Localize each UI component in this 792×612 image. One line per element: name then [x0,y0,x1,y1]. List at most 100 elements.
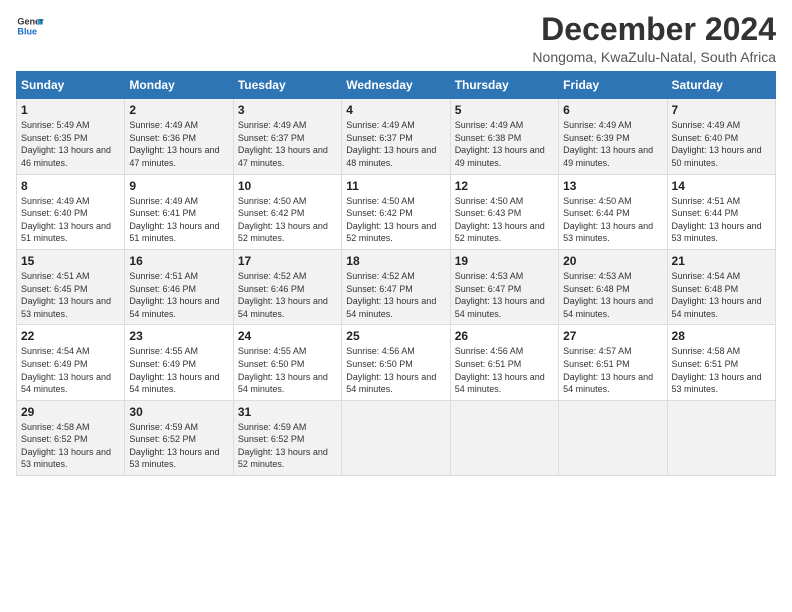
calendar-week-3: 15 Sunrise: 4:51 AM Sunset: 6:45 PM Dayl… [17,249,776,324]
day-number: 18 [346,254,445,268]
day-number: 8 [21,179,120,193]
calendar-cell: 4 Sunrise: 4:49 AM Sunset: 6:37 PM Dayli… [342,99,450,174]
day-number: 25 [346,329,445,343]
calendar-cell [450,400,558,475]
day-info: Sunrise: 4:54 AM Sunset: 6:48 PM Dayligh… [672,270,771,320]
day-number: 13 [563,179,662,193]
day-info: Sunrise: 4:51 AM Sunset: 6:44 PM Dayligh… [672,195,771,245]
calendar-body: 1 Sunrise: 5:49 AM Sunset: 6:35 PM Dayli… [17,99,776,476]
day-number: 27 [563,329,662,343]
calendar-cell [667,400,775,475]
svg-text:Blue: Blue [17,26,37,36]
day-info: Sunrise: 4:49 AM Sunset: 6:38 PM Dayligh… [455,119,554,169]
day-info: Sunrise: 4:51 AM Sunset: 6:46 PM Dayligh… [129,270,228,320]
calendar-cell: 9 Sunrise: 4:49 AM Sunset: 6:41 PM Dayli… [125,174,233,249]
day-info: Sunrise: 4:56 AM Sunset: 6:50 PM Dayligh… [346,345,445,395]
calendar-cell: 28 Sunrise: 4:58 AM Sunset: 6:51 PM Dayl… [667,325,775,400]
calendar-cell: 5 Sunrise: 4:49 AM Sunset: 6:38 PM Dayli… [450,99,558,174]
calendar-cell: 7 Sunrise: 4:49 AM Sunset: 6:40 PM Dayli… [667,99,775,174]
calendar-header: Sunday Monday Tuesday Wednesday Thursday… [17,72,776,99]
day-number: 30 [129,405,228,419]
day-info: Sunrise: 4:59 AM Sunset: 6:52 PM Dayligh… [129,421,228,471]
calendar-cell: 18 Sunrise: 4:52 AM Sunset: 6:47 PM Dayl… [342,249,450,324]
header-wednesday: Wednesday [342,72,450,99]
day-number: 6 [563,103,662,117]
day-info: Sunrise: 4:59 AM Sunset: 6:52 PM Dayligh… [238,421,337,471]
calendar-cell: 20 Sunrise: 4:53 AM Sunset: 6:48 PM Dayl… [559,249,667,324]
logo: General Blue [16,12,44,40]
logo-icon: General Blue [16,12,44,40]
page-container: General Blue December 2024 Nongoma, KwaZ… [0,0,792,484]
calendar-cell [559,400,667,475]
calendar-cell: 14 Sunrise: 4:51 AM Sunset: 6:44 PM Dayl… [667,174,775,249]
calendar-cell: 26 Sunrise: 4:56 AM Sunset: 6:51 PM Dayl… [450,325,558,400]
header-tuesday: Tuesday [233,72,341,99]
calendar-cell: 2 Sunrise: 4:49 AM Sunset: 6:36 PM Dayli… [125,99,233,174]
calendar-cell: 11 Sunrise: 4:50 AM Sunset: 6:42 PM Dayl… [342,174,450,249]
calendar-cell: 12 Sunrise: 4:50 AM Sunset: 6:43 PM Dayl… [450,174,558,249]
calendar-cell: 24 Sunrise: 4:55 AM Sunset: 6:50 PM Dayl… [233,325,341,400]
calendar-table: Sunday Monday Tuesday Wednesday Thursday… [16,71,776,476]
day-number: 15 [21,254,120,268]
calendar-cell: 6 Sunrise: 4:49 AM Sunset: 6:39 PM Dayli… [559,99,667,174]
day-number: 7 [672,103,771,117]
day-number: 1 [21,103,120,117]
header-thursday: Thursday [450,72,558,99]
calendar-cell [342,400,450,475]
calendar-cell: 27 Sunrise: 4:57 AM Sunset: 6:51 PM Dayl… [559,325,667,400]
header-friday: Friday [559,72,667,99]
day-number: 3 [238,103,337,117]
header: General Blue December 2024 Nongoma, KwaZ… [16,12,776,65]
day-number: 14 [672,179,771,193]
day-info: Sunrise: 4:54 AM Sunset: 6:49 PM Dayligh… [21,345,120,395]
day-info: Sunrise: 4:49 AM Sunset: 6:37 PM Dayligh… [346,119,445,169]
day-number: 29 [21,405,120,419]
header-sunday: Sunday [17,72,125,99]
calendar-week-5: 29 Sunrise: 4:58 AM Sunset: 6:52 PM Dayl… [17,400,776,475]
calendar-cell: 13 Sunrise: 4:50 AM Sunset: 6:44 PM Dayl… [559,174,667,249]
calendar-cell: 17 Sunrise: 4:52 AM Sunset: 6:46 PM Dayl… [233,249,341,324]
day-info: Sunrise: 4:52 AM Sunset: 6:46 PM Dayligh… [238,270,337,320]
day-info: Sunrise: 4:49 AM Sunset: 6:40 PM Dayligh… [672,119,771,169]
day-info: Sunrise: 4:52 AM Sunset: 6:47 PM Dayligh… [346,270,445,320]
day-info: Sunrise: 4:55 AM Sunset: 6:49 PM Dayligh… [129,345,228,395]
calendar-cell: 22 Sunrise: 4:54 AM Sunset: 6:49 PM Dayl… [17,325,125,400]
day-info: Sunrise: 4:58 AM Sunset: 6:51 PM Dayligh… [672,345,771,395]
day-number: 23 [129,329,228,343]
day-number: 9 [129,179,228,193]
calendar-cell: 23 Sunrise: 4:55 AM Sunset: 6:49 PM Dayl… [125,325,233,400]
day-number: 10 [238,179,337,193]
day-number: 4 [346,103,445,117]
day-info: Sunrise: 4:49 AM Sunset: 6:39 PM Dayligh… [563,119,662,169]
calendar-week-4: 22 Sunrise: 4:54 AM Sunset: 6:49 PM Dayl… [17,325,776,400]
main-title: December 2024 [532,12,776,47]
subtitle: Nongoma, KwaZulu-Natal, South Africa [532,49,776,65]
day-info: Sunrise: 4:50 AM Sunset: 6:42 PM Dayligh… [238,195,337,245]
calendar-week-1: 1 Sunrise: 5:49 AM Sunset: 6:35 PM Dayli… [17,99,776,174]
day-number: 19 [455,254,554,268]
calendar-cell: 31 Sunrise: 4:59 AM Sunset: 6:52 PM Dayl… [233,400,341,475]
header-monday: Monday [125,72,233,99]
day-info: Sunrise: 4:53 AM Sunset: 6:47 PM Dayligh… [455,270,554,320]
day-info: Sunrise: 4:51 AM Sunset: 6:45 PM Dayligh… [21,270,120,320]
day-number: 12 [455,179,554,193]
day-number: 17 [238,254,337,268]
day-info: Sunrise: 4:53 AM Sunset: 6:48 PM Dayligh… [563,270,662,320]
day-number: 22 [21,329,120,343]
day-number: 11 [346,179,445,193]
day-info: Sunrise: 5:49 AM Sunset: 6:35 PM Dayligh… [21,119,120,169]
calendar-cell: 29 Sunrise: 4:58 AM Sunset: 6:52 PM Dayl… [17,400,125,475]
calendar-cell: 21 Sunrise: 4:54 AM Sunset: 6:48 PM Dayl… [667,249,775,324]
calendar-cell: 3 Sunrise: 4:49 AM Sunset: 6:37 PM Dayli… [233,99,341,174]
calendar-cell: 10 Sunrise: 4:50 AM Sunset: 6:42 PM Dayl… [233,174,341,249]
day-info: Sunrise: 4:49 AM Sunset: 6:37 PM Dayligh… [238,119,337,169]
day-info: Sunrise: 4:50 AM Sunset: 6:44 PM Dayligh… [563,195,662,245]
header-saturday: Saturday [667,72,775,99]
day-info: Sunrise: 4:49 AM Sunset: 6:36 PM Dayligh… [129,119,228,169]
calendar-cell: 15 Sunrise: 4:51 AM Sunset: 6:45 PM Dayl… [17,249,125,324]
day-info: Sunrise: 4:56 AM Sunset: 6:51 PM Dayligh… [455,345,554,395]
calendar-cell: 19 Sunrise: 4:53 AM Sunset: 6:47 PM Dayl… [450,249,558,324]
day-info: Sunrise: 4:55 AM Sunset: 6:50 PM Dayligh… [238,345,337,395]
day-number: 20 [563,254,662,268]
day-info: Sunrise: 4:50 AM Sunset: 6:43 PM Dayligh… [455,195,554,245]
